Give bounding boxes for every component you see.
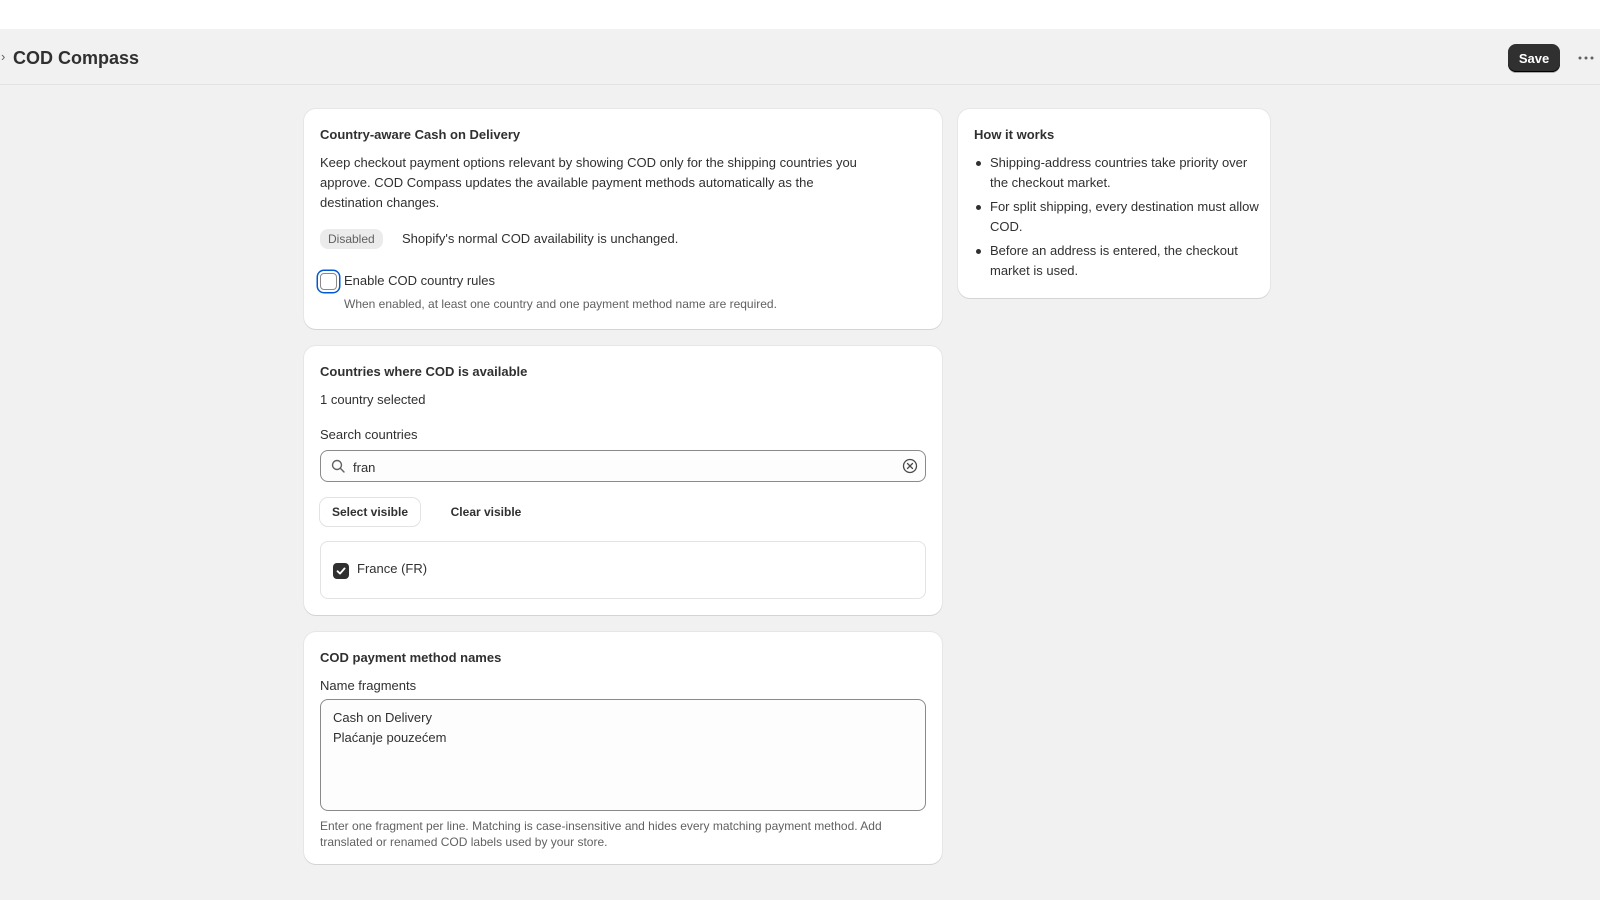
cod-settings-card: Country-aware Cash on Delivery Keep chec… — [304, 109, 942, 329]
search-countries-input[interactable] — [353, 457, 893, 477]
how-it-works-item: Before an address is entered, the checko… — [974, 241, 1262, 281]
title-bar: › COD Compass Save — [0, 29, 1600, 85]
selected-count: 1 country selected — [320, 392, 426, 407]
status-badge: Disabled — [320, 229, 383, 249]
how-it-works-item: Shipping-address countries take priority… — [974, 153, 1262, 193]
countries-card: Countries where COD is available 1 count… — [304, 346, 942, 615]
cod-card-description: Keep checkout payment options relevant b… — [320, 155, 857, 210]
name-fragments-textarea[interactable]: Cash on Delivery Plaćanje pouzećem — [320, 699, 926, 811]
checkmark-icon — [336, 567, 346, 575]
country-label-fr[interactable]: France (FR) — [357, 561, 427, 576]
country-list: France (FR) — [320, 541, 926, 599]
search-countries-label: Search countries — [320, 427, 418, 442]
enable-cod-rules-label[interactable]: Enable COD country rules — [344, 271, 495, 291]
how-it-works-title: How it works — [974, 127, 1055, 142]
enable-cod-rules-help: When enabled, at least one country and o… — [344, 297, 777, 311]
how-it-works-item: For split shipping, every destination mu… — [974, 197, 1262, 237]
search-icon — [331, 459, 345, 473]
clear-visible-button[interactable]: Clear visible — [436, 498, 536, 526]
how-it-works-list: Shipping-address countries take priority… — [974, 153, 1262, 285]
top-strip — [0, 0, 1600, 29]
how-it-works-card: How it works Shipping-address countries … — [958, 109, 1270, 298]
breadcrumb-chevron-icon[interactable]: › — [1, 50, 11, 64]
search-countries-field[interactable] — [320, 450, 926, 482]
country-checkbox-fr[interactable] — [333, 563, 349, 579]
enable-cod-rules-checkbox[interactable] — [320, 273, 337, 290]
clear-search-icon[interactable] — [902, 458, 918, 474]
page-title: COD Compass — [13, 48, 140, 68]
name-fragments-label: Name fragments — [320, 678, 417, 693]
select-visible-button[interactable]: Select visible — [320, 498, 420, 526]
more-actions-icon[interactable] — [1574, 46, 1598, 70]
name-fragments-help: Enter one fragment per line. Matching is… — [320, 819, 882, 849]
payment-names-card-title: COD payment method names — [320, 650, 502, 665]
payment-names-card: COD payment method names Name fragments … — [304, 632, 942, 864]
countries-card-title: Countries where COD is available — [320, 364, 528, 379]
status-text: Shopify's normal COD availability is unc… — [402, 231, 679, 246]
cod-card-title: Country-aware Cash on Delivery — [320, 127, 521, 142]
save-button[interactable]: Save — [1508, 44, 1560, 72]
